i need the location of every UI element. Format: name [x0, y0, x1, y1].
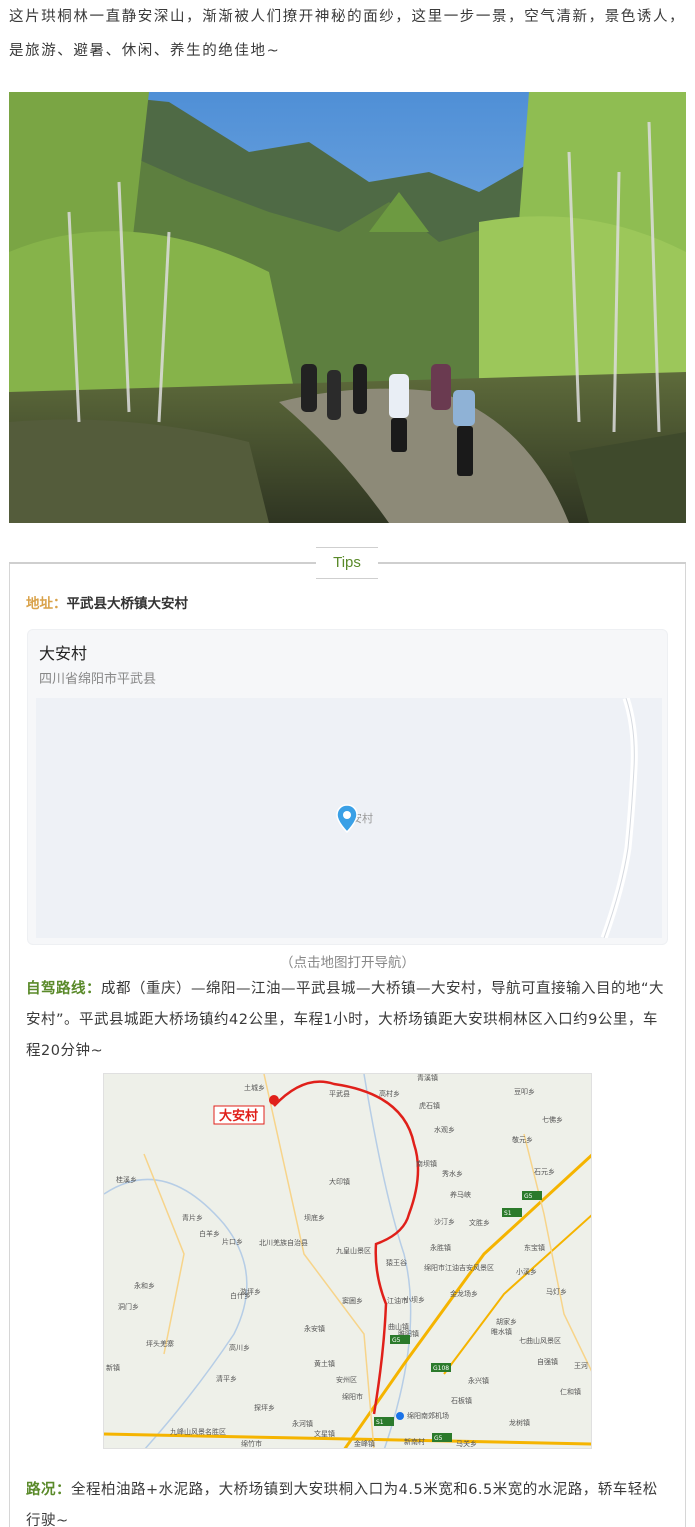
road-condition-text: 全程柏油路+水泥路，大桥场镇到大安珙桐入口为4.5米宽和6.5米宽的水泥路，轿车…	[26, 1482, 658, 1527]
map-place-label: 马关乡	[456, 1439, 477, 1448]
map-place-label: 文星镇	[314, 1429, 335, 1438]
route-end-marker	[396, 1412, 404, 1420]
map-place-label: 文胜乡	[469, 1218, 490, 1227]
highway-label: G5	[392, 1337, 401, 1344]
map-place-label: 片口乡	[222, 1237, 243, 1246]
map-place-label: 永兴镇	[468, 1376, 489, 1385]
map-place-label: 小溪乡	[516, 1267, 537, 1276]
divider	[9, 562, 316, 564]
address-label: 地址：	[26, 596, 67, 612]
map-place-label: 桂溪乡	[116, 1175, 137, 1184]
map-place-label: 青溪镇	[417, 1074, 438, 1082]
map-place-label: 胡家乡	[496, 1317, 517, 1326]
map-place-label: 高川乡	[229, 1343, 250, 1352]
map-place-label: 自强镇	[537, 1357, 558, 1366]
map-place-label: 绵阳市江油吉安风景区	[424, 1263, 494, 1272]
intro-paragraph: 这片珙桐林一直静安深山，渐渐被人们撩开神秘的面纱，这里一步一景，空气清新，景色诱…	[9, 9, 686, 59]
destination-label: 大安村	[219, 1108, 258, 1124]
highway-label: S1	[376, 1419, 384, 1426]
road-condition-label: 路况：	[26, 1482, 71, 1498]
highway-label: G5	[434, 1435, 443, 1442]
highway-label: G5	[524, 1193, 533, 1200]
map-place-label: 虎石镇	[419, 1101, 440, 1110]
road-map-image: 大安村 土城乡平武县 高村乡 青溪镇豆叩乡虎石镇水观乡 七佛乡南坝镇 敬元乡石元乡大印镇…	[103, 1073, 592, 1449]
map-place-label: 坝底乡	[304, 1213, 325, 1222]
map-place-label: 永胜镇	[430, 1243, 451, 1252]
map-place-region: 四川省绵阳市平武县	[39, 672, 157, 687]
highway-label: S1	[504, 1210, 512, 1217]
map-place-label: 江油市	[387, 1296, 408, 1305]
map-place-label: 沙汀乡	[434, 1218, 455, 1226]
map-navigation-hint: （点击地图打开导航）	[280, 955, 415, 971]
map-place-label: 养马峡	[450, 1190, 471, 1199]
map-place-label: 平武县	[329, 1089, 350, 1098]
highway-label: G108	[433, 1365, 449, 1372]
map-place-label: 绵竹市	[241, 1439, 262, 1448]
divider	[378, 562, 686, 564]
map-place-label: 石元乡	[534, 1168, 555, 1176]
map-place-label: 石板镇	[451, 1396, 472, 1405]
map-place-label: 漩坪乡	[240, 1287, 261, 1296]
map-place-label: 王河	[574, 1362, 588, 1370]
map-place-label: 秀水乡	[442, 1169, 463, 1178]
map-place-label: 九峰山风景名胜区	[170, 1427, 226, 1436]
map-place-label: 仁和镇	[560, 1387, 581, 1396]
map-place-label: 新南村	[404, 1437, 425, 1446]
map-place-label: 探坪乡	[254, 1403, 275, 1412]
map-place-label: 永河镇	[292, 1419, 313, 1428]
tips-header: Tips	[0, 547, 695, 579]
map-place-label: 龙树镇	[509, 1418, 530, 1427]
location-pin-icon	[336, 804, 358, 834]
map-place-label: 土城乡	[244, 1083, 265, 1092]
map-place-label: 猿王谷	[386, 1258, 407, 1267]
map-place-label: 坪头羌寨	[146, 1339, 174, 1348]
map-place-label: 青片乡	[182, 1213, 203, 1222]
map-place-label: 九皇山景区	[336, 1246, 371, 1255]
map-place-label: 马灯乡	[546, 1287, 567, 1296]
route-label: 自驾路线：	[26, 981, 101, 997]
map-place-label: 清平乡	[216, 1374, 237, 1383]
map-place-label: 豆叩乡	[514, 1088, 535, 1096]
map-place-label: 北川羌族自治县	[259, 1238, 308, 1247]
map-place-label: 敬元乡	[512, 1135, 533, 1144]
road-condition-paragraph: 路况：全程柏油路+水泥路，大桥场镇到大安珙桐入口为4.5米宽和6.5米宽的水泥路…	[26, 1475, 666, 1527]
map-place-label: 安州区	[336, 1375, 357, 1384]
map-place-label: 东宝镇	[524, 1243, 545, 1252]
map-place-label: 洞门乡	[118, 1302, 139, 1311]
map-place-label: 南坝镇	[416, 1159, 437, 1168]
forest-trail-photo	[9, 92, 686, 523]
map-place-label: 白羊乡	[199, 1229, 220, 1238]
map-place-label: 窦圌乡	[342, 1296, 363, 1305]
map-place-label: 黄土镇	[314, 1359, 335, 1368]
map-place-label: 永和乡	[134, 1281, 155, 1290]
route-start-marker	[269, 1095, 279, 1105]
map-place-label: 睢水镇	[491, 1327, 512, 1336]
map-place-label: 七曲山风景区	[519, 1336, 561, 1345]
map-place-name: 大安村	[39, 644, 88, 663]
location-map-card[interactable]: 大安村 四川省绵阳市平武县 大安村	[27, 629, 668, 945]
address-line: 地址：平武县大桥镇大安村	[26, 592, 188, 612]
map-place-label: 金龙场乡	[450, 1289, 478, 1298]
map-place-label: 金峰镇	[354, 1439, 375, 1448]
address-value: 平武县大桥镇大安村	[66, 596, 189, 612]
tips-title: Tips	[316, 547, 378, 579]
map-place-label: 大印镇	[329, 1177, 350, 1186]
map-place-label: 水观乡	[434, 1125, 455, 1134]
map-place-label: 新镇	[106, 1363, 120, 1372]
route-text: 成都（重庆）—绵阳—江油—平武县城—大桥镇—大安村，导航可直接输入目的地“大安村…	[26, 981, 665, 1059]
map-place-label: 绵阳南郊机场	[407, 1411, 449, 1420]
map-place-label: 绵阳市	[342, 1392, 363, 1401]
driving-route-paragraph: 自驾路线：成都（重庆）—绵阳—江油—平武县城—大桥镇—大安村，导航可直接输入目的…	[26, 974, 666, 1067]
map-place-label: 七佛乡	[542, 1115, 563, 1124]
map-place-label: 高村乡	[379, 1089, 400, 1098]
map-view[interactable]: 大安村	[36, 698, 662, 938]
map-place-label: 永安镇	[304, 1324, 325, 1333]
